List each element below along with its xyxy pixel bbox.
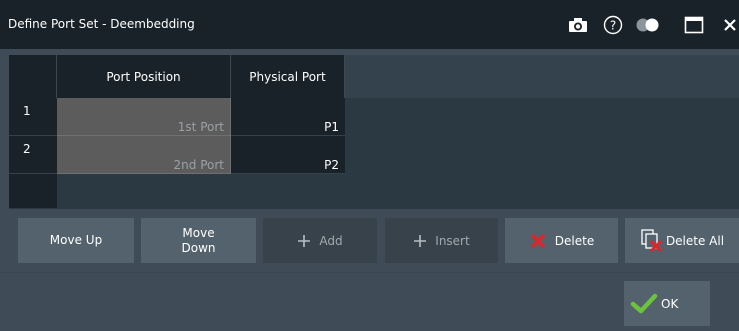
- move-up-button[interactable]: Move Up: [18, 218, 134, 263]
- add-button[interactable]: Add: [263, 218, 377, 263]
- plus-icon: [414, 234, 427, 247]
- port-position-cell-1[interactable]: 1st Port: [57, 98, 231, 136]
- ok-label: OK: [661, 296, 679, 311]
- camera-icon[interactable]: [566, 13, 590, 37]
- column-header-port-position[interactable]: Port Position: [57, 55, 231, 98]
- title-bar: Define Port Set - Deembedding ?: [0, 0, 739, 49]
- port-position-value: 2nd Port: [173, 158, 224, 172]
- empty-row-number: [9, 174, 57, 208]
- delete-pages-icon: [641, 228, 662, 252]
- row-number-label: 2: [23, 142, 31, 156]
- row-number-1[interactable]: 1: [9, 98, 57, 136]
- physical-port-value: P1: [324, 120, 339, 134]
- delete-all-button[interactable]: Delete All: [625, 218, 739, 263]
- toggle-icon[interactable]: [633, 13, 663, 37]
- maximize-icon[interactable]: [682, 13, 706, 37]
- column-header-physical-port[interactable]: Physical Port: [231, 55, 345, 98]
- physical-port-cell-2[interactable]: P2: [231, 136, 345, 174]
- delete-button[interactable]: Delete: [505, 218, 618, 263]
- move-down-button[interactable]: Move Down: [141, 218, 256, 263]
- red-x-icon: [530, 233, 545, 248]
- help-icon[interactable]: ?: [601, 13, 625, 37]
- move-down-label: Move Down: [181, 226, 215, 256]
- plus-icon: [298, 234, 311, 247]
- delete-all-label: Delete All: [665, 233, 725, 248]
- move-up-label: Move Up: [49, 233, 103, 247]
- row-number-label: 1: [23, 104, 31, 118]
- ok-button[interactable]: OK: [624, 281, 710, 326]
- define-port-set-dialog: Define Port Set - Deembedding ? Port Pos…: [0, 0, 739, 331]
- move-down-label-line1: Move: [182, 225, 215, 240]
- corner-header: [9, 55, 57, 98]
- add-label: Add: [319, 233, 343, 248]
- move-down-label-line2: Down: [181, 240, 216, 255]
- green-check-icon: [630, 293, 658, 313]
- svg-text:?: ?: [610, 19, 616, 33]
- port-position-cell-2[interactable]: 2nd Port: [57, 136, 231, 174]
- row-number-2[interactable]: 2: [9, 136, 57, 174]
- close-icon[interactable]: [720, 13, 739, 37]
- column-header-label: Port Position: [106, 69, 181, 84]
- insert-button[interactable]: Insert: [385, 218, 498, 263]
- column-header-label: Physical Port: [249, 69, 326, 84]
- dialog-title: Define Port Set - Deembedding: [8, 17, 195, 31]
- insert-label: Insert: [435, 233, 470, 248]
- physical-port-value: P2: [324, 158, 339, 172]
- footer-divider: [0, 272, 739, 273]
- delete-label: Delete: [554, 233, 595, 248]
- physical-port-cell-1[interactable]: P1: [231, 98, 345, 136]
- port-position-value: 1st Port: [177, 120, 224, 134]
